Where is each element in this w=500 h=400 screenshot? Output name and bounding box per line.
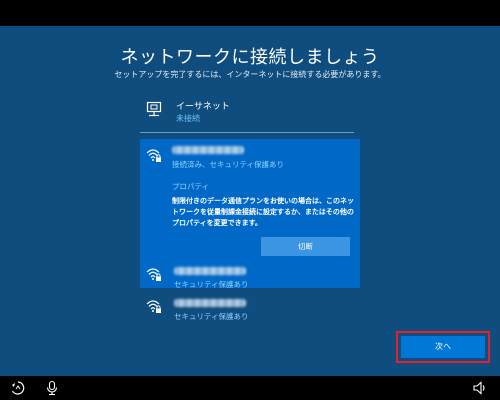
oobe-network-page: ネットワークに接続しましょう セットアップを完了するには、インターネットに接続す… [0,26,500,376]
network-status: 接続済み、セキュリティ保護あり [172,160,285,169]
divider [140,132,354,133]
next-button-highlight: 次へ [396,331,490,363]
wifi-secured-icon [146,147,162,163]
page-subtitle: セットアップを完了するには、インターネットに接続する必要があります。 [114,70,386,79]
page-title: ネットワークに接続しましょう [120,47,380,68]
disconnect-button[interactable]: 切断 [261,237,350,256]
ethernet-item[interactable]: イーサネット 未接続 [146,98,356,130]
bottom-bar [0,376,500,400]
ethernet-status: 未接続 [176,114,200,123]
network-name-redacted [172,146,244,154]
properties-link[interactable]: プロパティ [172,181,209,192]
network-item[interactable]: セキュリティ保護あり [146,296,346,324]
top-bar [0,0,500,26]
network-status: セキュリティ保護あり [174,280,249,289]
wifi-secured-icon [146,298,162,314]
wifi-secured-icon [146,266,162,282]
ease-of-access-icon[interactable] [10,380,26,396]
network-description: 制限付きのデータ通信プランをお使いの場合は、このネットワークを従量制課金接続に設… [172,197,354,227]
next-button[interactable]: 次へ [401,336,485,358]
microphone-icon[interactable] [44,380,60,396]
ethernet-name: イーサネット [176,102,230,112]
network-item[interactable]: セキュリティ保護あり [146,264,346,292]
network-name-redacted [174,267,246,275]
ethernet-icon [146,101,162,117]
network-status: セキュリティ保護あり [174,312,249,321]
volume-icon[interactable] [472,380,488,396]
network-name-redacted [174,299,246,307]
